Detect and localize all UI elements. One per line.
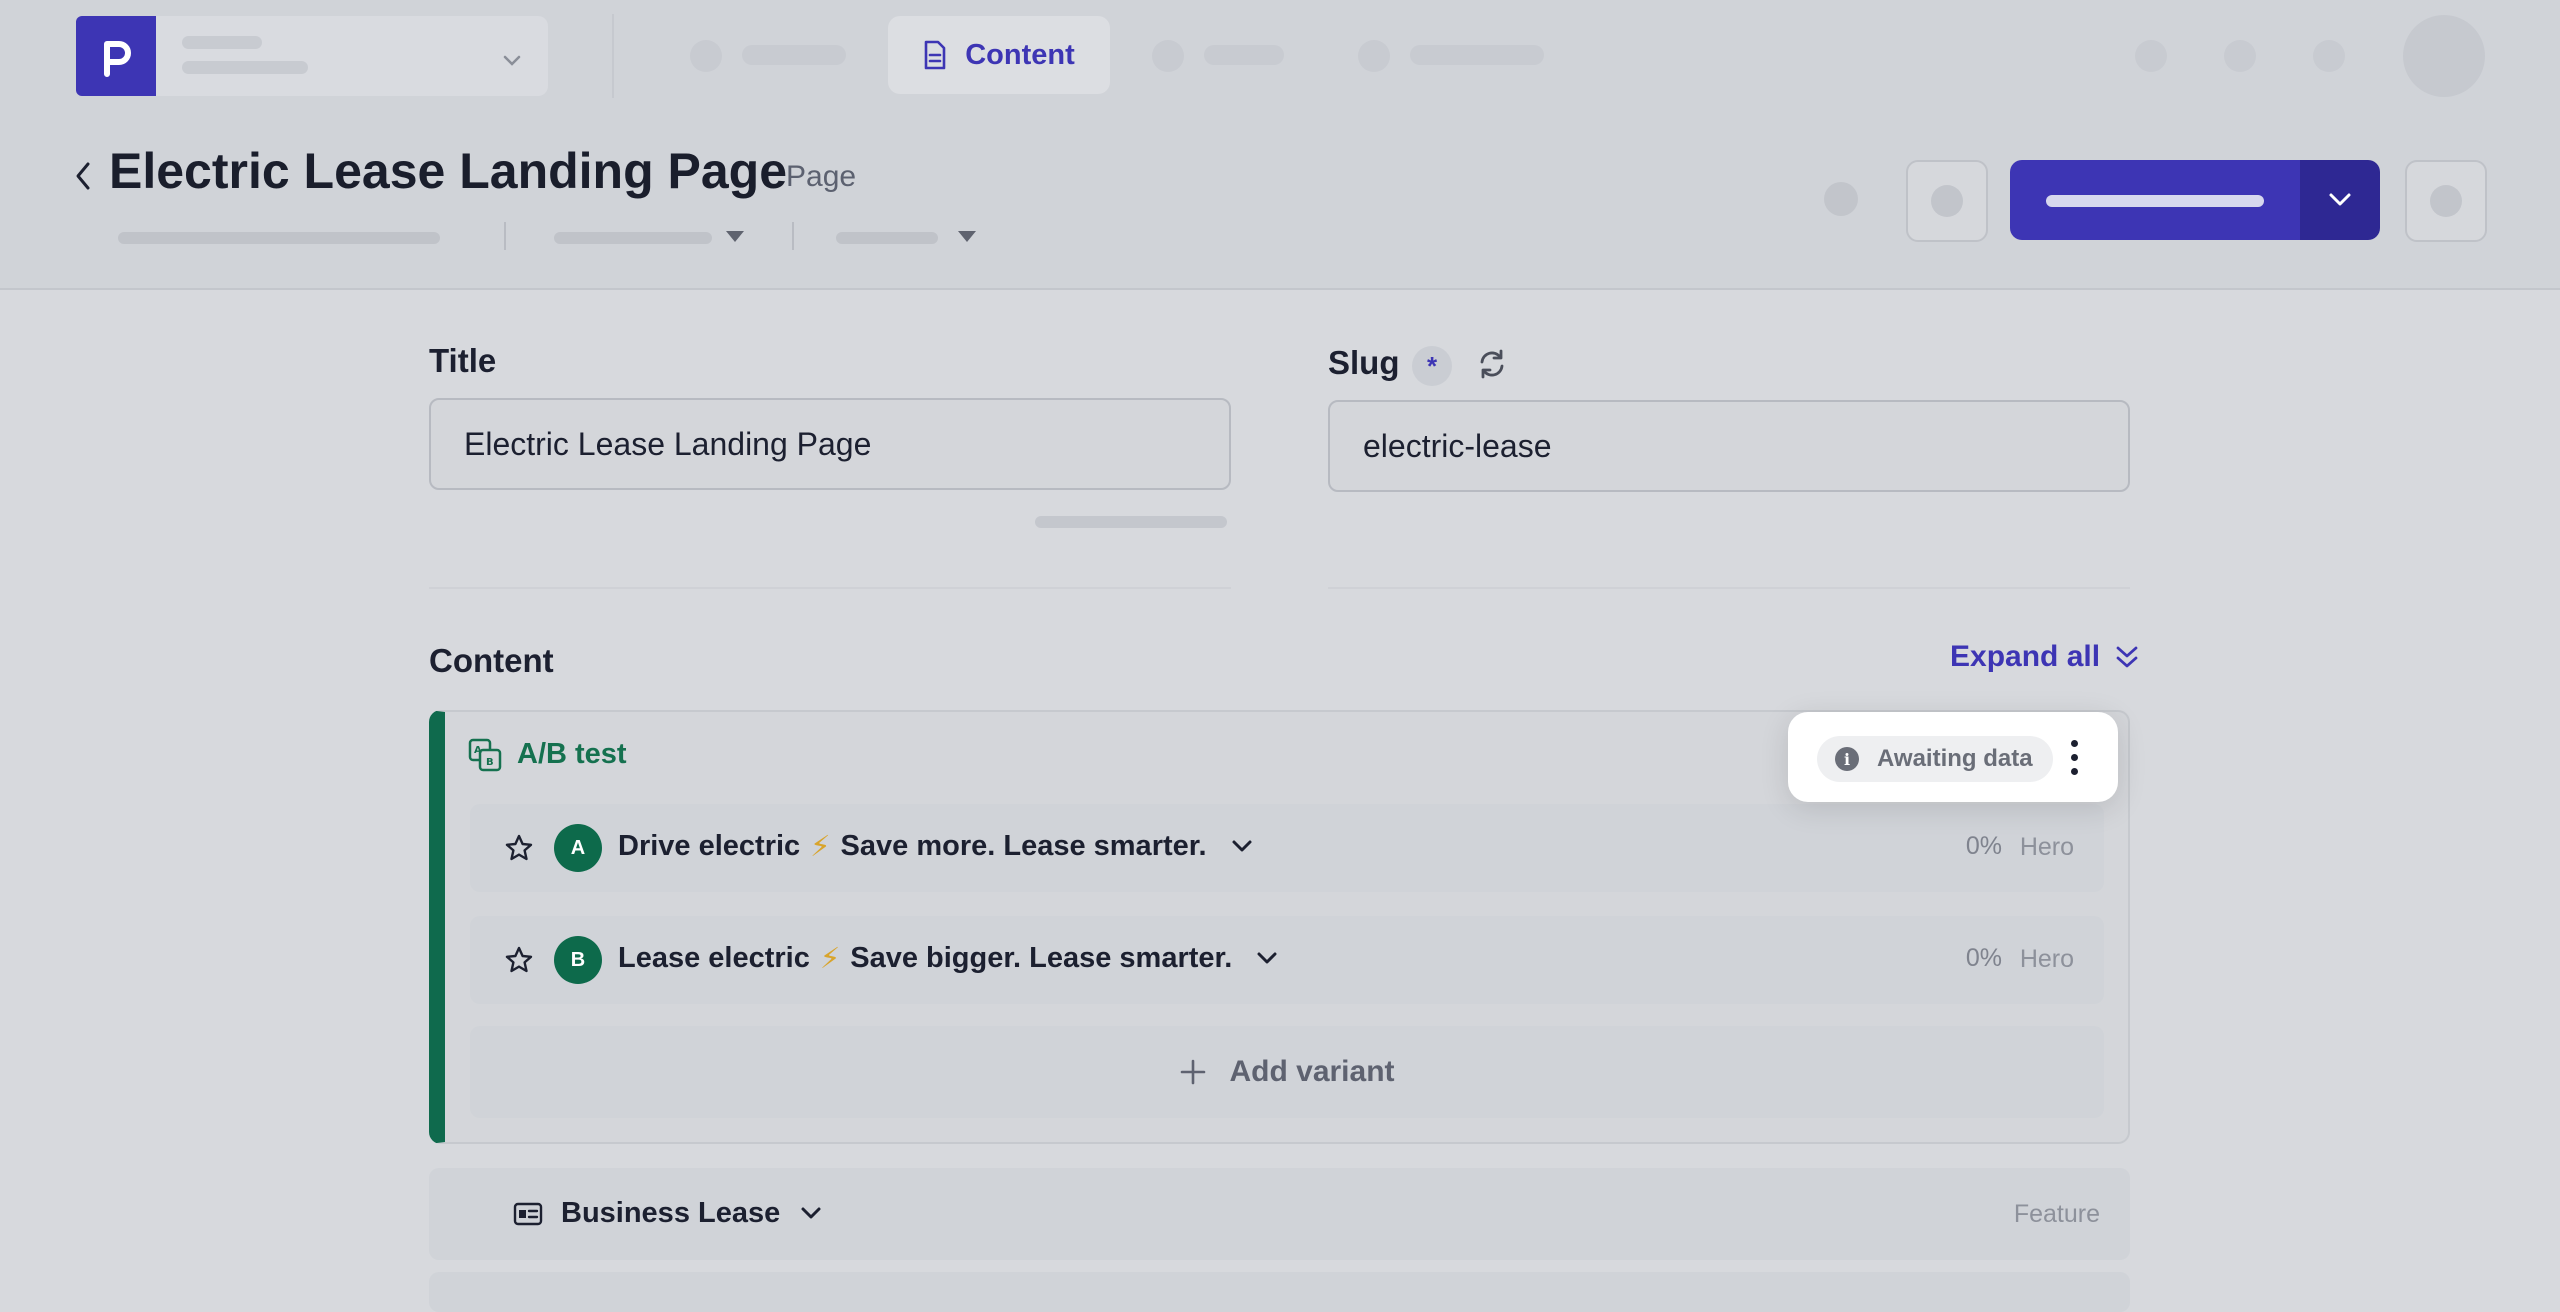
variant-type: Hero	[2019, 833, 2074, 861]
status-text: Awaiting data	[1877, 745, 2033, 772]
variant-row[interactable]: B Lease electric ⚡ Save bigger. Lease sm…	[470, 916, 2104, 1004]
variant-title[interactable]: Drive electric ⚡ Save more. Lease smarte…	[618, 829, 1255, 864]
chevron-left-icon[interactable]	[68, 156, 98, 196]
meta-dropdown[interactable]	[554, 232, 712, 244]
expand-all-button[interactable]: Expand all	[1950, 640, 2140, 674]
variant-title-text: Drive electric	[618, 830, 801, 862]
meta-dropdown[interactable]	[836, 232, 938, 244]
variant-title[interactable]: Lease electric ⚡ Save bigger. Lease smar…	[618, 941, 1280, 976]
caret-down-icon[interactable]	[726, 231, 744, 242]
content-heading: Content	[429, 642, 554, 679]
bolt-icon: ⚡	[810, 831, 831, 863]
chevrons-down-icon	[2116, 646, 2138, 668]
page-header: Electric Lease Landing Page Page	[0, 112, 2560, 290]
meta-item	[118, 232, 440, 244]
block-type: Feature	[2013, 1200, 2100, 1228]
divider	[1328, 587, 2130, 589]
nav-item-icon[interactable]	[1152, 40, 1184, 72]
document-icon	[924, 40, 946, 70]
title-label: Title	[429, 342, 497, 379]
publish-button[interactable]	[2010, 160, 2300, 240]
svg-text:A: A	[474, 745, 482, 756]
content-block-row[interactable]	[429, 1272, 2130, 1312]
avatar[interactable]	[2403, 15, 2485, 97]
variant-title-text: Save more. Lease smarter.	[840, 830, 1207, 862]
header-more-button[interactable]	[2405, 160, 2487, 242]
page-type-label: Page	[786, 160, 857, 193]
svg-text:B: B	[486, 757, 494, 768]
nav-divider	[612, 14, 614, 98]
ab-test-status-toolbar: i Awaiting data	[1788, 712, 2118, 802]
nav-item-icon[interactable]	[690, 40, 722, 72]
variant-badge: B	[554, 936, 602, 984]
nav-item-label[interactable]	[1410, 45, 1544, 65]
tab-content[interactable]: Content	[888, 16, 1110, 94]
add-variant-button[interactable]: Add variant	[470, 1026, 2104, 1118]
nav-item-label[interactable]	[742, 45, 846, 65]
id-card-icon	[513, 1202, 543, 1225]
character-count	[1035, 516, 1227, 528]
expand-all-label: Expand all	[1950, 640, 2101, 673]
variant-percent: 0%	[1965, 832, 2002, 860]
variant-title-text: Save bigger. Lease smarter.	[850, 942, 1233, 974]
chevron-down-icon[interactable]	[1229, 838, 1255, 856]
variant-percent: 0%	[1965, 944, 2002, 972]
bolt-icon: ⚡	[819, 943, 841, 975]
chevron-down-icon[interactable]	[798, 1205, 824, 1223]
org-switcher[interactable]	[156, 16, 548, 96]
variant-badge: A	[554, 824, 602, 872]
toolbar-icon[interactable]	[2135, 40, 2167, 72]
page-title: Electric Lease Landing Page	[109, 143, 788, 199]
title-input[interactable]: Electric Lease Landing Page	[429, 398, 1231, 490]
slug-label: Slug	[1328, 344, 1400, 381]
ab-test-icon: A B	[468, 738, 502, 772]
header-action-button[interactable]	[1906, 160, 1988, 242]
toolbar-icon[interactable]	[2313, 40, 2345, 72]
variant-row[interactable]: A Drive electric ⚡ Save more. Lease smar…	[470, 804, 2104, 892]
variant-title-text: Lease electric	[618, 942, 810, 974]
chevron-down-icon[interactable]	[1254, 950, 1280, 968]
block-title-text: Business Lease	[561, 1197, 781, 1229]
required-badge: *	[1412, 346, 1452, 386]
chevron-down-icon	[503, 55, 521, 66]
tab-content-label: Content	[965, 38, 1075, 71]
status-badge: i Awaiting data	[1817, 736, 2053, 782]
content-block-row[interactable]: Business Lease Feature	[429, 1168, 2130, 1260]
ab-test-title: A/B test	[517, 738, 627, 770]
add-variant-label: Add variant	[1229, 1055, 1395, 1088]
meta-divider	[792, 222, 794, 250]
more-options-icon[interactable]	[2068, 738, 2082, 778]
meta-divider	[504, 222, 506, 250]
top-navigation: Content	[0, 0, 2560, 112]
nav-item-icon[interactable]	[1358, 40, 1390, 72]
publish-options-button[interactable]	[2300, 160, 2380, 240]
status-indicator	[1824, 182, 1858, 216]
block-title[interactable]: Business Lease	[513, 1197, 824, 1230]
chevron-down-icon	[2329, 193, 2351, 206]
divider	[429, 587, 1231, 589]
slug-input[interactable]: electric-lease	[1328, 400, 2130, 492]
star-icon[interactable]	[504, 945, 534, 975]
nav-item-label[interactable]	[1204, 45, 1284, 65]
p-logo-icon	[104, 41, 131, 77]
plus-icon	[1181, 1059, 1206, 1085]
star-icon[interactable]	[504, 833, 534, 863]
toolbar-icon[interactable]	[2224, 40, 2256, 72]
refresh-icon[interactable]	[1476, 348, 1508, 380]
variant-type: Hero	[2019, 945, 2074, 973]
caret-down-icon[interactable]	[958, 231, 976, 242]
logo[interactable]	[76, 16, 156, 96]
info-icon: i	[1835, 747, 1859, 771]
